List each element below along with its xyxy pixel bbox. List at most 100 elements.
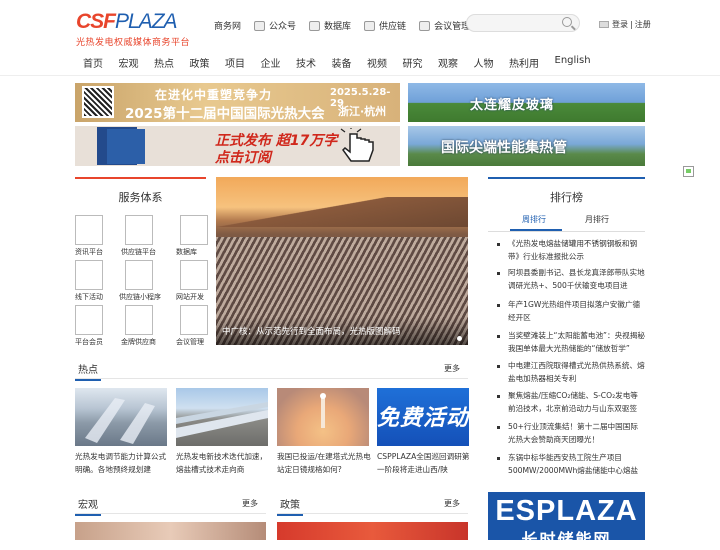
hero-carousel[interactable]: 中广核：从示范先行到全面布局，光热版图解码 [216, 177, 468, 345]
topnav-supply[interactable]: 供应链 [364, 19, 406, 32]
service-miniapp[interactable]: 供应链小程序 [119, 260, 161, 302]
ranking-item[interactable]: 年产1GW光热组件项目拟落户安徽广德经开区 [497, 299, 645, 324]
service-label: 资讯平台 [75, 248, 103, 256]
esplaza-ad[interactable]: ESPLAZA 长时储能网 [488, 492, 645, 549]
nav-item-heat[interactable]: 热利用 [509, 55, 539, 70]
nav-item-project[interactable]: 项目 [225, 55, 245, 70]
banner-line: 点击订阅 [215, 150, 271, 166]
banner-conference[interactable]: 在进化中重塑竞争力 2025第十二届中国国际光热大会 2025.5.28-29 … [75, 83, 400, 122]
nav-item-research[interactable]: 研究 [403, 55, 423, 70]
hot-thumb-2[interactable] [176, 388, 268, 446]
service-image [125, 215, 153, 245]
tower-image [320, 393, 326, 428]
hot-thumb-1[interactable] [75, 388, 167, 446]
search-input[interactable] [466, 14, 580, 32]
nav-item-policy[interactable]: 政策 [190, 55, 210, 70]
ranking-item[interactable]: 当奖壁滩装上“太阳能蓄电池”：央视揭秘我国单体最大光热储能的“储放哲学” [497, 330, 645, 355]
banner-glass[interactable]: 太连耀皮玻璃 [408, 83, 645, 122]
service-image [180, 215, 208, 245]
macro-thumb[interactable] [75, 522, 266, 540]
banner-report[interactable]: 正式发布 超17万字 点击订阅 [75, 126, 400, 166]
ranking-panel: 排行榜 周排行 月排行 《光热发电熔盐储罐用不锈钢钢板和钢带》行业标准报批公示 … [488, 177, 645, 497]
tab-monthly[interactable]: 月排行 [585, 214, 609, 225]
login-link[interactable]: 登录 [612, 19, 628, 30]
service-news[interactable]: 资讯平台 [75, 215, 111, 257]
policy-thumb[interactable] [277, 522, 468, 540]
logo-mark-b: PLAZA [115, 10, 178, 33]
topnav-label: 公众号 [269, 22, 297, 32]
site-logo[interactable]: CSFPLAZA 光热发电权威媒体商务平台 [76, 10, 190, 48]
nav-item-video[interactable]: 视频 [367, 55, 387, 70]
more-link[interactable]: 更多 [242, 498, 258, 509]
ranking-item[interactable]: 50+行业顶流集结！第十二届中国国际光热大会赞助商天团曝光！ [497, 421, 645, 446]
section-title[interactable]: 热点 [75, 361, 101, 381]
nav-item-macro[interactable]: 宏观 [119, 55, 139, 70]
topnav-label: 会议管理 [434, 22, 471, 32]
banner-receiver-tube[interactable]: 国际尖端性能集热管 [408, 126, 645, 166]
mirror-image [85, 398, 155, 444]
login-area: 登录 | 注册 [599, 19, 651, 30]
hot-item-title[interactable]: 光热发电调节能力计算公式明确。各地预终规划建 [75, 451, 170, 476]
ranking-item[interactable]: 《光热发电熔盐储罐用不锈钢钢板和钢带》行业标准报批公示 [497, 238, 645, 263]
nav-item-tech[interactable]: 技术 [296, 55, 316, 70]
banner-place: 浙江·杭州 [338, 105, 387, 118]
hot-item-title[interactable]: CSPPLAZA全国巡回调研第一阶段将走进山西/陕 [377, 451, 472, 476]
hot-thumb-4[interactable]: 免费活动 [377, 388, 469, 446]
service-label: 网站开发 [176, 293, 204, 301]
service-label: 平台会员 [75, 338, 103, 346]
service-meeting[interactable]: 会议管理 [176, 305, 216, 347]
ranking-item[interactable]: 阿坝县委副书记、县长龙真泽郎带队实地调研光热+、500千伏输变电项目进 [497, 267, 645, 292]
service-image [125, 260, 153, 290]
topnav-label: 数据库 [324, 22, 352, 32]
more-link[interactable]: 更多 [444, 498, 460, 509]
hot-section-header: 热点 更多 [75, 359, 468, 381]
topnav-meeting[interactable]: 会议管理 [419, 19, 470, 32]
hot-item-title[interactable]: 我国已投运/在建塔式光热电站定日镜规格如何? [277, 451, 372, 476]
service-events[interactable]: 线下活动 [75, 260, 111, 302]
section-title[interactable]: 宏观 [75, 496, 101, 516]
banner-title: 2025第十二届中国国际光热大会 [125, 106, 325, 122]
service-label: 线下活动 [75, 293, 103, 301]
nav-item-home[interactable]: 首页 [83, 55, 103, 70]
hot-item-title[interactable]: 光热发电新技术迭代加速，熔盐槽式技术走向商 [176, 451, 271, 476]
service-label: 金牌供应商 [121, 338, 156, 346]
service-image [75, 305, 103, 335]
more-link[interactable]: 更多 [444, 363, 460, 374]
user-icon [599, 21, 609, 28]
ranking-item[interactable]: 东锅中标华能西安热工院生产项目500MW/2000MWh熔盐储能中心熔盐 [497, 452, 645, 477]
macro-section-header: 宏观 更多 [75, 494, 266, 516]
hero-caption[interactable]: 中广核：从示范先行到全面布局，光热版图解码 [222, 325, 401, 337]
service-webdev[interactable]: 网站开发 [176, 260, 216, 302]
carousel-dot[interactable] [457, 336, 462, 341]
topnav-database[interactable]: 数据库 [309, 19, 351, 32]
database-icon [309, 20, 321, 31]
topnav-wechat[interactable]: 公众号 [254, 19, 296, 32]
topnav-label: 商务网 [214, 22, 242, 32]
hand-cursor-icon [340, 128, 374, 162]
nav-item-english[interactable]: English [555, 55, 591, 70]
register-link[interactable]: 注册 [635, 19, 651, 30]
service-image [125, 305, 153, 335]
search-icon[interactable] [562, 17, 572, 27]
topnav-business[interactable]: 商务网 [214, 19, 241, 32]
nav-item-company[interactable]: 企业 [261, 55, 281, 70]
nav-item-equipment[interactable]: 装备 [332, 55, 352, 70]
service-database[interactable]: 数据库 [176, 215, 216, 257]
ranking-item[interactable]: 中电建江西院取得槽式光热供热系统、熔盐电加热器相关专利 [497, 360, 645, 385]
nav-item-observe[interactable]: 观察 [438, 55, 458, 70]
qr-code-image [82, 86, 114, 118]
service-gold-supplier[interactable]: 金牌供应商 [121, 305, 161, 347]
service-image [180, 260, 208, 290]
ranking-item[interactable]: 聚焦熔盐/压缩CO₂储能、S-CO₂发电等前沿技术，北京前沿动力与山东双驱签 [497, 390, 645, 415]
hot-thumb-3[interactable] [277, 388, 369, 446]
nav-item-people[interactable]: 人物 [474, 55, 494, 70]
tab-weekly[interactable]: 周排行 [522, 214, 546, 225]
service-supply[interactable]: 供应链平台 [121, 215, 161, 257]
free-event-badge: 免费活动 [377, 406, 470, 431]
service-member[interactable]: 平台会员 [75, 305, 111, 347]
section-title[interactable]: 政策 [277, 496, 303, 516]
main-nav: 首页 宏观 热点 政策 项目 企业 技术 装备 视频 研究 观察 人物 热利用 … [0, 46, 720, 76]
ranking-tabs: 周排行 月排行 [488, 212, 645, 232]
top-nav: 商务网 公众号 数据库 供应链 会议管理 [214, 19, 483, 32]
nav-item-hot[interactable]: 热点 [154, 55, 174, 70]
